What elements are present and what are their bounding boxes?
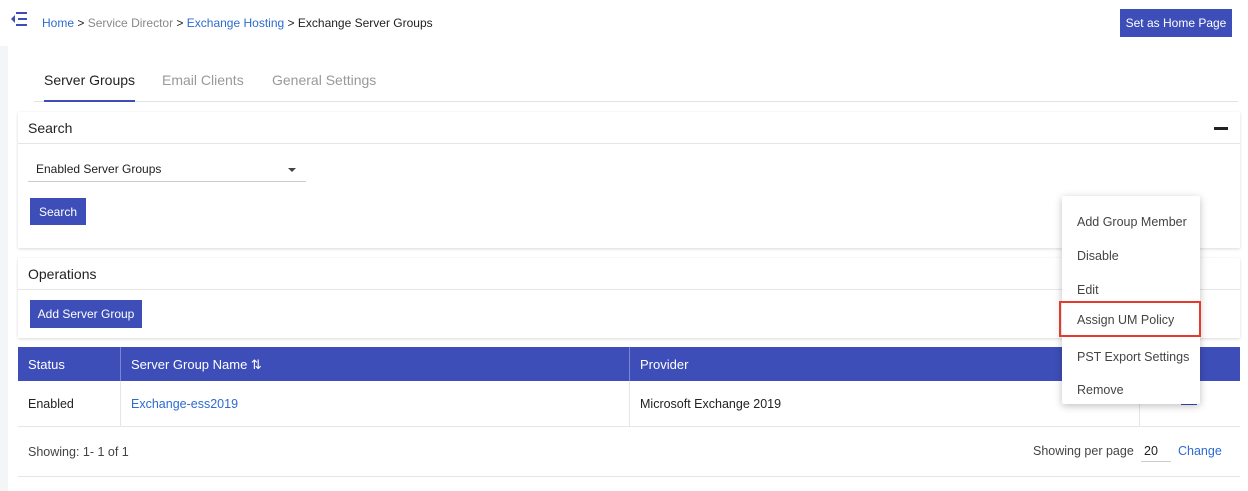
row-context-menu: Add Group Member Disable Edit Assign UM … [1059,196,1201,404]
menu-toggle-icon[interactable] [11,12,27,26]
operations-card-title: Operations [28,266,97,282]
operations-card-header: Operations [18,258,1240,290]
filter-selected-value: Enabled Server Groups [36,162,162,176]
chevron-down-icon [288,168,296,172]
breadcrumb-home[interactable]: Home [42,16,74,30]
menu-item-remove[interactable]: Remove [1062,370,1200,402]
breadcrumb-separator: > [176,16,184,30]
tab-server-groups[interactable]: Server Groups [44,70,136,102]
menu-item-pst-export-settings[interactable]: PST Export Settings [1062,337,1200,369]
set-as-home-page-button[interactable]: Set as Home Page [1120,9,1232,37]
per-page-label: Showing per page [1033,444,1134,458]
showing-count: Showing: 1- 1 of 1 [28,445,129,459]
table-footer: Showing: 1- 1 of 1 Showing per page 20 C… [18,427,1240,477]
table-row: Enabled Exchange-ess2019 Microsoft Excha… [18,381,1240,427]
add-server-group-button[interactable]: Add Server Group [30,300,142,328]
column-header-status: Status [18,347,121,381]
menu-item-assign-um-policy[interactable]: Assign UM Policy [1059,301,1201,337]
breadcrumb-service-director: Service Director [87,16,174,30]
menu-item-edit[interactable]: Edit [1062,270,1200,302]
collapse-icon[interactable] [1214,127,1228,130]
table-header: Status Server Group Name ⇅ Provider [18,347,1240,381]
search-button[interactable]: Search [30,198,86,225]
operations-card: Operations Add Server Group [18,258,1240,338]
search-card: Search Enabled Server Groups Search [18,112,1240,248]
server-group-filter-select[interactable]: Enabled Server Groups [28,156,306,182]
tab-email-clients[interactable]: Email Clients [162,70,244,102]
breadcrumb: Home > Service Director > Exchange Hosti… [42,16,433,30]
row-status: Enabled [18,381,121,427]
per-page-input[interactable]: 20 [1141,444,1171,462]
breadcrumb-separator: > [77,16,85,30]
row-server-group-name-link[interactable]: Exchange-ess2019 [121,381,630,427]
search-card-title: Search [28,120,73,136]
menu-item-disable[interactable]: Disable [1062,236,1200,268]
menu-item-add-group-member[interactable]: Add Group Member [1062,202,1200,234]
search-card-header: Search [18,112,1240,144]
tab-bar: Server Groups Email Clients General Sett… [34,70,1238,102]
breadcrumb-current: Exchange Server Groups [297,16,433,30]
tab-general-settings[interactable]: General Settings [272,70,376,102]
top-bar: Home > Service Director > Exchange Hosti… [0,0,1248,46]
server-groups-table: Status Server Group Name ⇅ Provider Enab… [18,347,1240,477]
breadcrumb-exchange-hosting[interactable]: Exchange Hosting [187,16,284,30]
breadcrumb-separator: > [287,16,295,30]
column-header-server-group-name[interactable]: Server Group Name ⇅ [121,347,630,381]
change-per-page-link[interactable]: Change [1178,444,1222,458]
